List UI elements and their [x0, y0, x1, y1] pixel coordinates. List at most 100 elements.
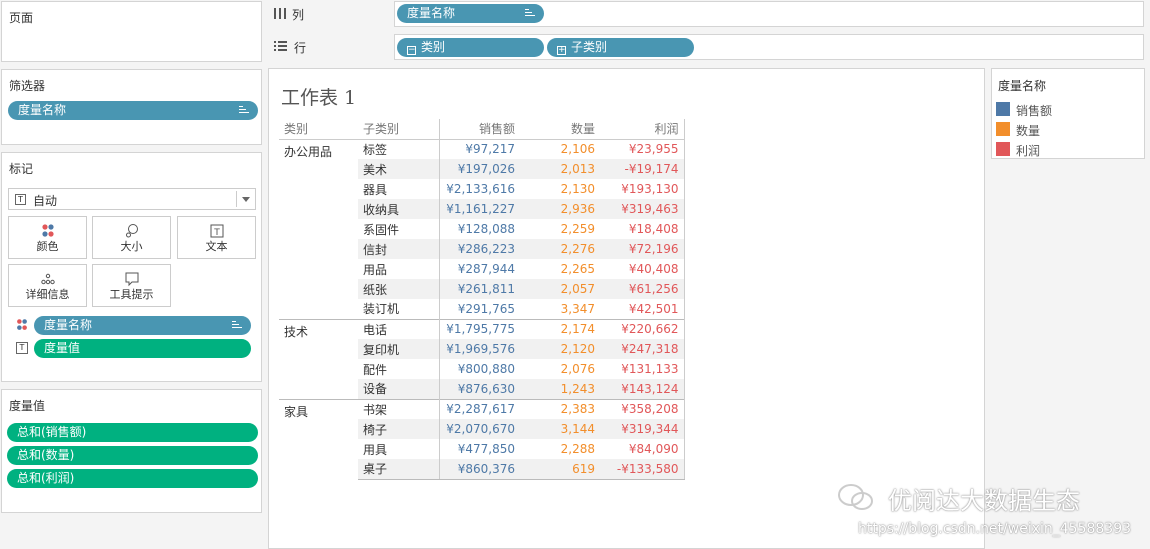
columns-pill-label: 度量名称	[407, 6, 456, 20]
marks-card-title: 标记	[9, 162, 34, 176]
profit-cell[interactable]: ¥72,196	[600, 239, 685, 259]
quantity-cell[interactable]: 2,057	[520, 279, 600, 299]
sales-cell[interactable]: ¥197,026	[439, 159, 520, 179]
columns-drop-area[interactable]: 度量名称	[394, 1, 1144, 27]
profit-cell[interactable]: -¥19,174	[600, 159, 685, 179]
subcategory-cell[interactable]: 椅子	[358, 419, 440, 439]
subcategory-cell[interactable]: 信封	[358, 239, 440, 259]
text-button[interactable]: T 文本	[177, 216, 256, 259]
profit-cell[interactable]: ¥42,501	[600, 299, 685, 319]
text-icon: T	[210, 224, 223, 238]
subcategory-cell[interactable]: 电话	[358, 318, 440, 339]
sales-cell[interactable]: ¥477,850	[439, 439, 520, 459]
sales-cell[interactable]: ¥128,088	[439, 219, 520, 239]
profit-cell[interactable]: ¥319,344	[600, 419, 685, 439]
filters-card: 筛选器 度量名称	[1, 69, 262, 145]
wechat-icon	[836, 482, 876, 512]
subcategory-cell[interactable]: 美术	[358, 159, 440, 179]
subcategory-cell[interactable]: 装订机	[358, 299, 440, 319]
rows-pill-category[interactable]: − 类别	[397, 38, 544, 57]
quantity-cell[interactable]: 2,383	[520, 398, 600, 419]
sales-cell[interactable]: ¥261,811	[439, 279, 520, 299]
sales-cell[interactable]: ¥291,765	[439, 299, 520, 319]
subcategory-cell[interactable]: 器具	[358, 179, 440, 199]
size-button[interactable]: 大小	[92, 216, 171, 259]
subcategory-cell[interactable]: 设备	[358, 379, 440, 399]
subcategory-cell[interactable]: 配件	[358, 359, 440, 379]
rows-pill-subcategory[interactable]: + 子类别	[547, 38, 694, 57]
quantity-cell[interactable]: 2,130	[520, 179, 600, 199]
sales-cell[interactable]: ¥800,880	[439, 359, 520, 379]
subcategory-cell[interactable]: 系固件	[358, 219, 440, 239]
category-cell[interactable]: 家具	[279, 398, 358, 479]
sales-cell[interactable]: ¥287,944	[439, 259, 520, 279]
measure-pill-quantity[interactable]: 总和(数量)	[7, 446, 258, 465]
profit-cell[interactable]: ¥84,090	[600, 439, 685, 459]
quantity-cell[interactable]: 2,174	[520, 318, 600, 339]
columns-pill-measure-names[interactable]: 度量名称	[397, 4, 544, 23]
profit-cell[interactable]: -¥133,580	[600, 459, 685, 480]
profit-cell[interactable]: ¥247,318	[600, 339, 685, 359]
sales-cell[interactable]: ¥286,223	[439, 239, 520, 259]
worksheet-view: 工作表 1 类别 子类别 销售额 数量 利润 办公用品 标签 ¥97,217 2,10…	[268, 68, 985, 549]
profit-cell[interactable]: ¥61,256	[600, 279, 685, 299]
sales-cell[interactable]: ¥1,795,775	[439, 318, 520, 339]
sort-icon	[525, 9, 535, 18]
quantity-cell[interactable]: 2,120	[520, 339, 600, 359]
color-icon	[41, 224, 54, 237]
category-cell[interactable]: 技术	[279, 318, 358, 399]
measure-pill-profit[interactable]: 总和(利润)	[7, 469, 258, 488]
quantity-cell[interactable]: 2,936	[520, 199, 600, 219]
size-button-label: 大小	[120, 240, 143, 253]
sales-cell[interactable]: ¥2,070,670	[439, 419, 520, 439]
quantity-cell[interactable]: 619	[520, 459, 600, 480]
color-field-pill[interactable]: 度量名称	[34, 316, 251, 335]
subcategory-cell[interactable]: 书架	[358, 398, 440, 419]
subcategory-cell[interactable]: 用品	[358, 259, 440, 279]
profit-cell[interactable]: ¥131,133	[600, 359, 685, 379]
quantity-cell[interactable]: 3,144	[520, 419, 600, 439]
profit-cell[interactable]: ¥18,408	[600, 219, 685, 239]
rows-drop-area[interactable]: − 类别 + 子类别	[394, 34, 1144, 60]
text-field-pill[interactable]: 度量值	[34, 339, 251, 358]
subcategory-cell[interactable]: 用具	[358, 439, 440, 459]
quantity-cell[interactable]: 2,265	[520, 259, 600, 279]
category-cell[interactable]: 办公用品	[279, 139, 358, 319]
mark-type-dropdown[interactable]: T 自动	[8, 188, 256, 210]
quantity-cell[interactable]: 2,276	[520, 239, 600, 259]
sales-cell[interactable]: ¥2,133,616	[439, 179, 520, 199]
quantity-cell[interactable]: 2,076	[520, 359, 600, 379]
detail-button[interactable]: 详细信息	[8, 264, 87, 307]
filter-pill-measure-names[interactable]: 度量名称	[8, 101, 258, 120]
profit-cell[interactable]: ¥358,208	[600, 398, 685, 419]
sales-cell[interactable]: ¥1,969,576	[439, 339, 520, 359]
sales-cell[interactable]: ¥876,630	[439, 379, 520, 399]
header-sales: 销售额	[439, 119, 520, 140]
sales-cell[interactable]: ¥1,161,227	[439, 199, 520, 219]
color-button[interactable]: 颜色	[8, 216, 87, 259]
subcategory-cell[interactable]: 桌子	[358, 459, 440, 480]
subcategory-cell[interactable]: 纸张	[358, 279, 440, 299]
profit-cell[interactable]: ¥40,408	[600, 259, 685, 279]
profit-cell[interactable]: ¥23,955	[600, 139, 685, 159]
sales-cell[interactable]: ¥97,217	[439, 139, 520, 159]
quantity-cell[interactable]: 2,013	[520, 159, 600, 179]
header-profit: 利润	[600, 119, 685, 140]
subcategory-cell[interactable]: 复印机	[358, 339, 440, 359]
sales-cell[interactable]: ¥860,376	[439, 459, 520, 480]
columns-label: 列	[292, 8, 305, 22]
profit-cell[interactable]: ¥220,662	[600, 318, 685, 339]
measure-pill-sales[interactable]: 总和(销售额)	[7, 423, 258, 442]
quantity-cell[interactable]: 2,106	[520, 139, 600, 159]
quantity-cell[interactable]: 3,347	[520, 299, 600, 319]
subcategory-cell[interactable]: 标签	[358, 139, 440, 159]
quantity-cell[interactable]: 1,243	[520, 379, 600, 399]
quantity-cell[interactable]: 2,288	[520, 439, 600, 459]
sales-cell[interactable]: ¥2,287,617	[439, 398, 520, 419]
tooltip-button[interactable]: 工具提示	[92, 264, 171, 307]
profit-cell[interactable]: ¥193,130	[600, 179, 685, 199]
profit-cell[interactable]: ¥143,124	[600, 379, 685, 399]
profit-cell[interactable]: ¥319,463	[600, 199, 685, 219]
quantity-cell[interactable]: 2,259	[520, 219, 600, 239]
subcategory-cell[interactable]: 收纳具	[358, 199, 440, 219]
